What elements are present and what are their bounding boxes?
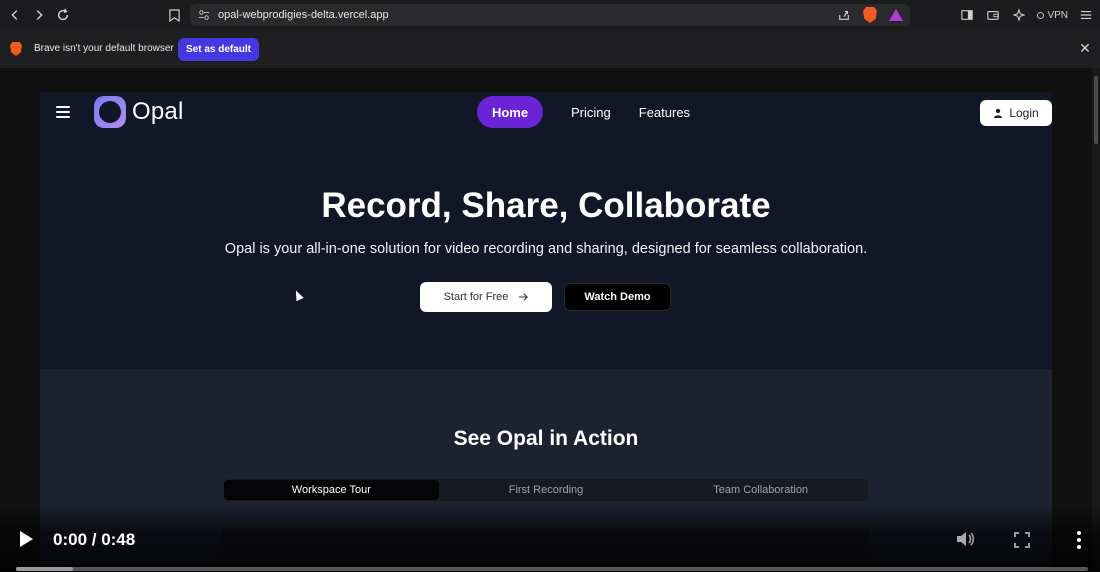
play-icon[interactable] <box>20 531 33 547</box>
browser-right-actions: VPN <box>959 7 1094 23</box>
vpn-toggle[interactable]: VPN <box>1037 10 1068 21</box>
brave-logo-icon <box>10 42 22 56</box>
login-label: Login <box>1009 106 1039 120</box>
more-options-icon[interactable] <box>1076 531 1082 549</box>
video-time: 0:00 / 0:48 <box>53 530 136 549</box>
set-as-default-button[interactable]: Set as default <box>178 38 259 61</box>
scroll-thumb[interactable] <box>1094 76 1098 144</box>
video-progress-fill <box>16 567 73 571</box>
wallet-icon[interactable] <box>985 7 1001 23</box>
logo-text[interactable]: Opal <box>132 98 184 126</box>
tab-team-collaboration[interactable]: Team Collaboration <box>653 480 868 500</box>
demo-tabs: Workspace Tour First Recording Team Coll… <box>224 479 868 501</box>
vpn-label: VPN <box>1047 9 1068 21</box>
opal-logo-icon[interactable] <box>94 96 126 128</box>
brave-rewards-icon[interactable] <box>888 7 904 23</box>
page-scrollbar[interactable] <box>1092 68 1100 572</box>
arrow-right-icon <box>518 292 529 302</box>
hamburger-menu-icon[interactable] <box>56 106 70 118</box>
page-left-gutter <box>0 68 40 572</box>
fullscreen-icon[interactable] <box>1014 532 1030 548</box>
share-icon[interactable] <box>836 7 852 23</box>
default-browser-infobar: Brave isn't your default browser Set as … <box>0 30 1100 68</box>
nav-home[interactable]: Home <box>477 96 543 128</box>
tab-workspace-tour[interactable]: Workspace Tour <box>224 480 439 500</box>
section-title: See Opal in Action <box>453 427 639 450</box>
forward-icon[interactable] <box>28 4 50 26</box>
back-icon[interactable] <box>4 4 26 26</box>
login-button[interactable]: Login <box>980 100 1052 126</box>
start-for-free-label: Start for Free <box>443 291 509 303</box>
screen: opal-webprodigies-delta.vercel.app VPN B… <box>0 0 1100 572</box>
tab-first-recording[interactable]: First Recording <box>439 480 654 500</box>
bookmark-icon[interactable] <box>166 6 182 24</box>
hero-title: Record, Share, Collaborate <box>321 186 771 225</box>
brave-shields-icon[interactable] <box>862 7 878 23</box>
nav-features[interactable]: Features <box>639 105 690 120</box>
browser-toolbar: opal-webprodigies-delta.vercel.app VPN <box>0 0 1100 30</box>
start-for-free-button[interactable]: Start for Free <box>420 282 552 312</box>
address-bar[interactable]: opal-webprodigies-delta.vercel.app <box>190 4 910 26</box>
leo-ai-icon[interactable] <box>1011 7 1027 23</box>
main-nav: Home Pricing Features <box>477 96 690 128</box>
infobar-message: Brave isn't your default browser <box>34 43 174 54</box>
volume-icon[interactable] <box>955 530 975 548</box>
video-controls <box>0 504 1100 572</box>
nav-pricing[interactable]: Pricing <box>571 105 611 120</box>
video-progress-bar[interactable] <box>16 567 1088 571</box>
menu-icon[interactable] <box>1078 7 1094 23</box>
reload-icon[interactable] <box>52 4 74 26</box>
watch-demo-button[interactable]: Watch Demo <box>564 283 671 311</box>
hero-subtitle: Opal is your all-in-one solution for vid… <box>224 241 868 257</box>
user-icon <box>993 108 1003 118</box>
close-icon[interactable]: ✕ <box>1078 41 1092 55</box>
site-header: Opal Home Pricing Features Login <box>0 68 1100 158</box>
sidebar-icon[interactable] <box>959 7 975 23</box>
vpn-icon <box>1037 11 1045 19</box>
url-text: opal-webprodigies-delta.vercel.app <box>218 9 389 21</box>
address-bar-actions <box>836 7 904 23</box>
site-settings-icon[interactable] <box>198 9 210 21</box>
